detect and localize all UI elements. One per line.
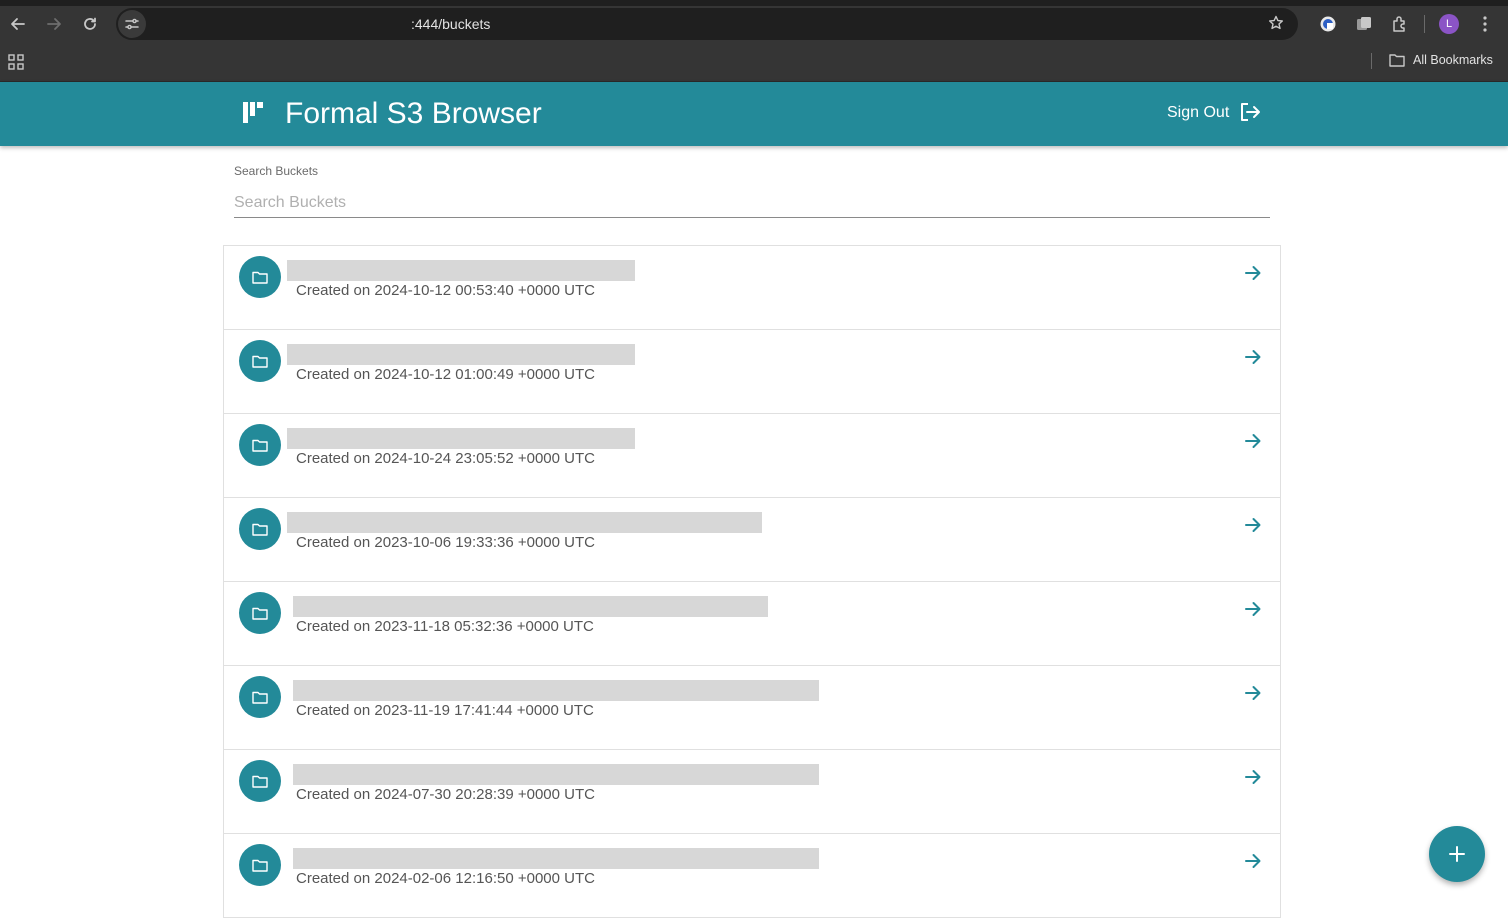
arrow-right-icon[interactable]	[1244, 516, 1262, 539]
bucket-name-redacted	[287, 428, 635, 449]
bucket-name-redacted	[293, 848, 819, 869]
arrow-left-icon	[11, 18, 25, 30]
search-label: Search Buckets	[234, 164, 319, 178]
bookmarks-bar: All Bookmarks	[0, 42, 1508, 82]
bucket-created: Created on 2024-02-06 12:16:50 +0000 UTC	[296, 870, 595, 887]
arrow-right-icon[interactable]	[1244, 600, 1262, 623]
bucket-name-redacted	[287, 260, 635, 281]
folder-icon	[239, 256, 281, 298]
folder-icon	[239, 844, 281, 886]
bucket-name-redacted	[287, 512, 762, 533]
bucket-row[interactable]: Created on 2023-11-19 17:41:44 +0000 UTC	[224, 666, 1280, 750]
folder-icon	[239, 676, 281, 718]
bucket-created: Created on 2024-07-30 20:28:39 +0000 UTC	[296, 786, 595, 803]
sign-out-button[interactable]: Sign Out	[1167, 102, 1261, 122]
add-bucket-button[interactable]	[1429, 826, 1485, 882]
arrow-right-icon[interactable]	[1244, 432, 1262, 455]
extensions-area: L	[1310, 6, 1503, 42]
extension-icon-1[interactable]	[1310, 6, 1346, 42]
folder-icon	[239, 592, 281, 634]
arrow-right-icon[interactable]	[1244, 852, 1262, 875]
app-header: Formal S3 Browser Sign Out	[0, 82, 1508, 146]
arrow-right-icon[interactable]	[1244, 768, 1262, 791]
bookmark-star-icon[interactable]	[1268, 15, 1284, 36]
extensions-puzzle-icon[interactable]	[1382, 6, 1418, 42]
bucket-created: Created on 2024-10-12 00:53:40 +0000 UTC	[296, 282, 595, 299]
toolbar-separator	[1424, 15, 1425, 33]
address-bar[interactable]: :444/buckets	[116, 8, 1298, 40]
bucket-row[interactable]: Created on 2024-10-12 01:00:49 +0000 UTC	[224, 330, 1280, 414]
browser-menu-button[interactable]	[1467, 6, 1503, 42]
bucket-created: Created on 2023-10-06 19:33:36 +0000 UTC	[296, 534, 595, 551]
bucket-created: Created on 2024-10-24 23:05:52 +0000 UTC	[296, 450, 595, 467]
arrow-right-icon[interactable]	[1244, 264, 1262, 287]
bucket-row[interactable]: Created on 2023-10-06 19:33:36 +0000 UTC	[224, 498, 1280, 582]
bucket-row[interactable]: Created on 2023-11-18 05:32:36 +0000 UTC	[224, 582, 1280, 666]
search-input[interactable]	[234, 188, 1270, 218]
bucket-created: Created on 2023-11-18 05:32:36 +0000 UTC	[296, 618, 594, 635]
bucket-name-redacted	[293, 680, 819, 701]
bucket-name-redacted	[293, 596, 768, 617]
sign-out-label: Sign Out	[1167, 104, 1230, 121]
folder-icon	[239, 508, 281, 550]
bucket-list: Created on 2024-10-12 00:53:40 +0000 UTC…	[223, 245, 1281, 918]
folder-icon	[239, 424, 281, 466]
bucket-row[interactable]: Created on 2024-10-12 00:53:40 +0000 UTC	[224, 246, 1280, 330]
more-vert-icon	[1483, 16, 1487, 32]
all-bookmarks-label: All Bookmarks	[1413, 53, 1493, 67]
bucket-name-redacted	[293, 764, 819, 785]
site-info-button[interactable]	[118, 10, 146, 38]
plus-icon	[1449, 846, 1465, 862]
logout-icon	[1241, 103, 1261, 121]
arrow-right-icon	[47, 18, 61, 30]
browser-toolbar: :444/buckets L	[0, 6, 1508, 42]
bookmarks-separator	[1371, 53, 1372, 69]
back-button[interactable]	[0, 6, 36, 42]
bucket-created: Created on 2024-10-12 01:00:49 +0000 UTC	[296, 366, 595, 383]
bucket-row[interactable]: Created on 2024-10-24 23:05:52 +0000 UTC	[224, 414, 1280, 498]
reload-button[interactable]	[72, 6, 108, 42]
folder-icon	[239, 340, 281, 382]
folder-icon	[239, 760, 281, 802]
reload-icon	[84, 17, 96, 30]
apps-grid-icon[interactable]	[8, 54, 24, 75]
tune-icon	[125, 18, 139, 30]
avatar: L	[1439, 14, 1459, 34]
app-title: Formal S3 Browser	[285, 97, 542, 130]
bucket-row[interactable]: Created on 2024-07-30 20:28:39 +0000 UTC	[224, 750, 1280, 834]
arrow-right-icon[interactable]	[1244, 684, 1262, 707]
bucket-created: Created on 2023-11-19 17:41:44 +0000 UTC	[296, 702, 594, 719]
formal-logo-icon	[243, 102, 265, 129]
url-text: :444/buckets	[411, 16, 491, 32]
folder-outline-icon	[1389, 54, 1405, 67]
extension-icon-2[interactable]	[1346, 6, 1382, 42]
all-bookmarks-button[interactable]: All Bookmarks	[1389, 53, 1493, 67]
bucket-row[interactable]: Created on 2024-02-06 12:16:50 +0000 UTC	[224, 834, 1280, 918]
profile-button[interactable]: L	[1431, 6, 1467, 42]
arrow-right-icon[interactable]	[1244, 348, 1262, 371]
search-field: Search Buckets	[234, 164, 1270, 218]
bucket-name-redacted	[287, 344, 635, 365]
forward-button[interactable]	[36, 6, 72, 42]
